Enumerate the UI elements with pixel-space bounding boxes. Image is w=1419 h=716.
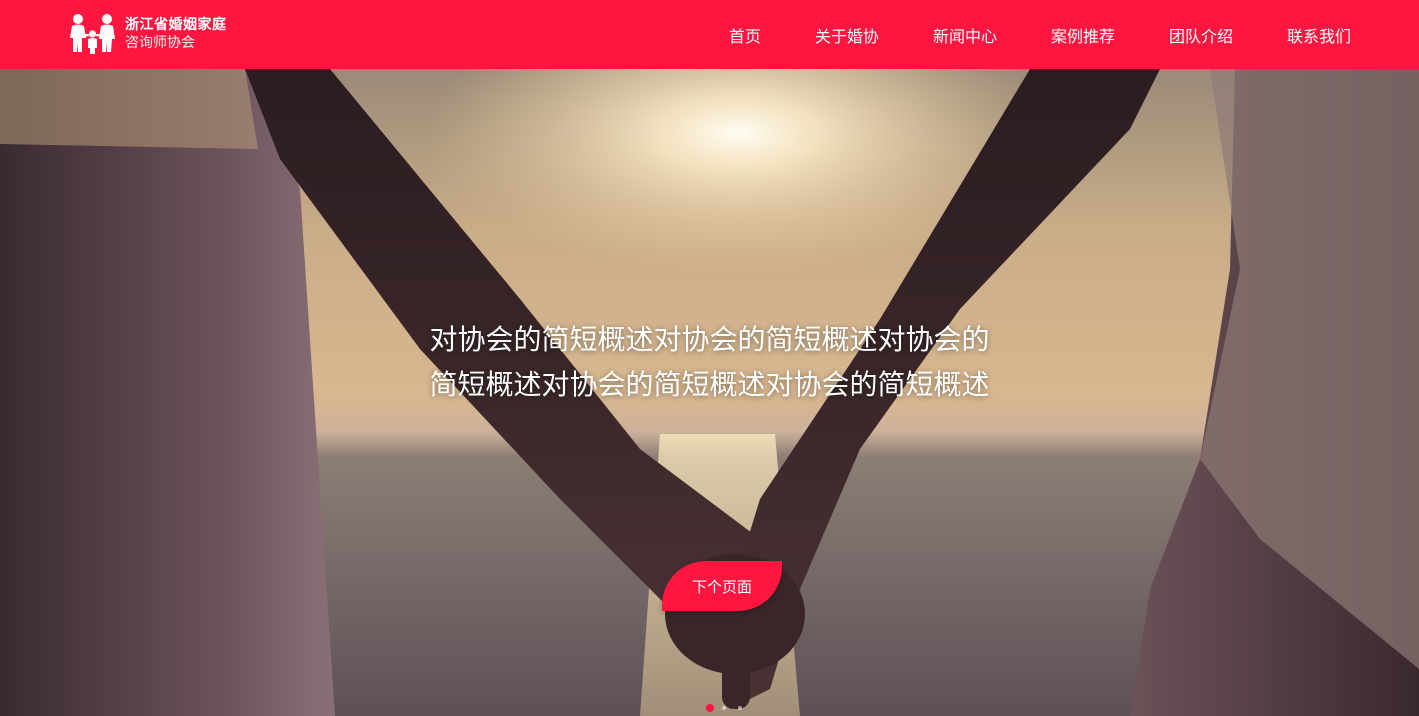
main-nav: 首页 关于婚协 新闻中心 案例推荐 团队介绍 联系我们 (729, 0, 1351, 69)
nav-item-cases[interactable]: 案例推荐 (1051, 23, 1115, 47)
hero-text-line-2: 简短概述对协会的简短概述对协会的简短概述 (429, 368, 990, 401)
nav-item-home[interactable]: 首页 (729, 23, 761, 47)
logo[interactable]: 浙江省婚姻家庭 咨询师协会 (69, 12, 227, 56)
hero-text-line-1: 对协会的简短概述对协会的简短概述对协会的 (429, 323, 990, 356)
brand-line-2: 咨询师协会 (125, 35, 195, 51)
nav-item-about[interactable]: 关于婚协 (815, 23, 879, 47)
nav-item-team[interactable]: 团队介绍 (1169, 23, 1233, 47)
brand-name: 浙江省婚姻家庭 咨询师协会 (125, 16, 227, 52)
brand-line-1: 浙江省婚姻家庭 (125, 17, 227, 33)
hero-description: 对协会的简短概述对协会的简短概述对协会的 简短概述对协会的简短概述对协会的简短概… (0, 317, 1419, 407)
nav-item-news[interactable]: 新闻中心 (933, 23, 997, 47)
site-header: 浙江省婚姻家庭 咨询师协会 首页 关于婚协 新闻中心 案例推荐 团队介绍 联系我… (0, 0, 1419, 69)
nav-item-contact[interactable]: 联系我们 (1287, 23, 1351, 47)
slider-pagination (706, 704, 754, 712)
family-figures-icon (70, 14, 115, 54)
slider-dot-2[interactable] (722, 706, 726, 710)
hero-slider: 对协会的简短概述对协会的简短概述对协会的 简短概述对协会的简短概述对协会的简短概… (0, 69, 1419, 716)
slider-dot-1[interactable] (706, 704, 714, 712)
slider-dot-3[interactable] (738, 706, 742, 710)
